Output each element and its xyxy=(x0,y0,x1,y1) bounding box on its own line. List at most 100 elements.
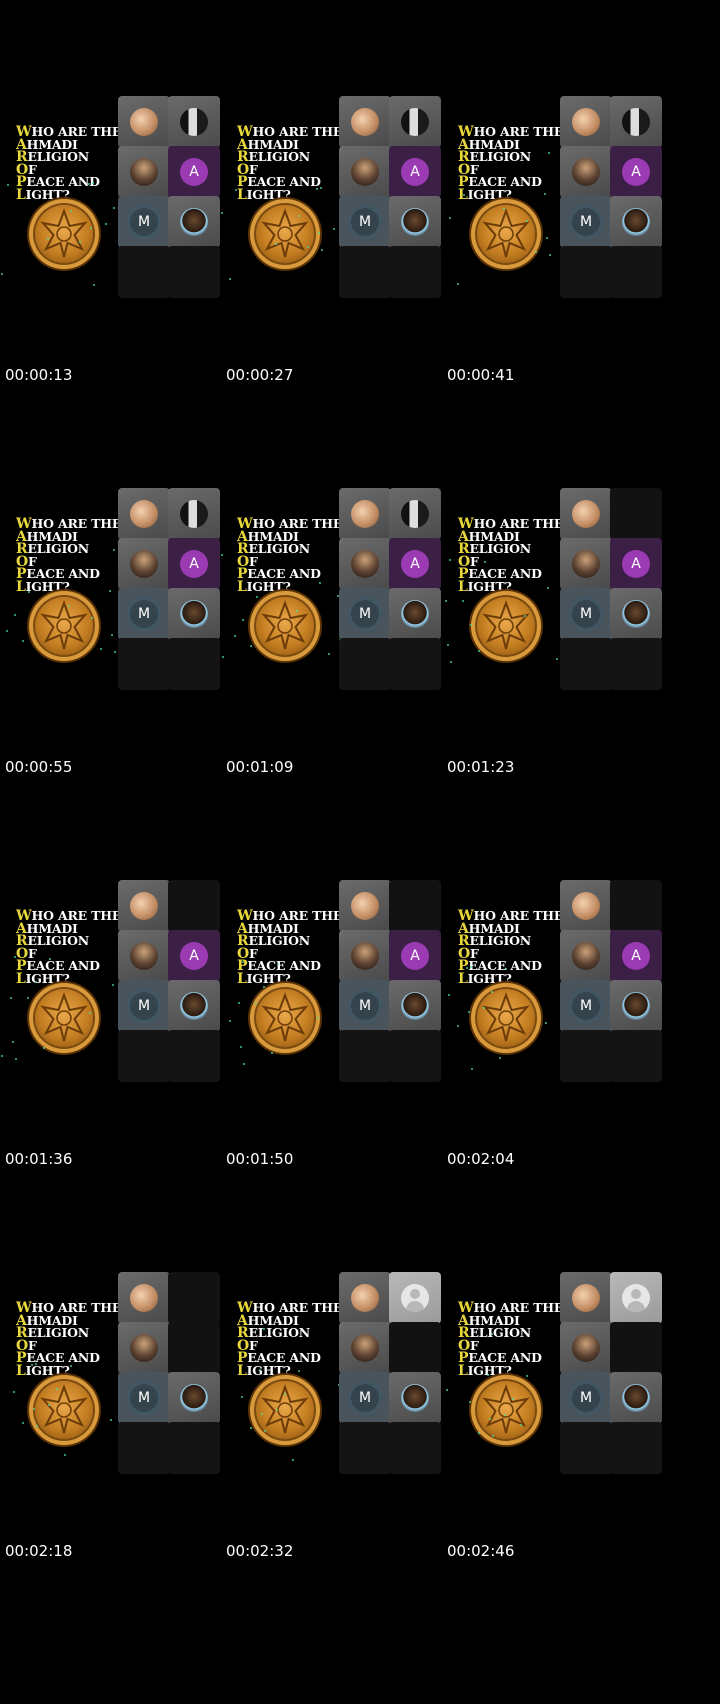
participant-tile[interactable] xyxy=(339,880,391,932)
participant-tile[interactable] xyxy=(560,538,612,590)
participant-tile[interactable]: M xyxy=(339,588,391,640)
participant-tile[interactable]: A xyxy=(168,538,220,590)
participant-tile[interactable] xyxy=(560,1272,612,1324)
participant-tile[interactable] xyxy=(610,1272,662,1324)
video-frame[interactable]: WHO ARE THEAHMADIRELIGIONOFPEACE ANDLIGH… xyxy=(0,0,240,426)
participant-tile[interactable] xyxy=(389,488,441,540)
participant-tile[interactable]: A xyxy=(610,146,662,198)
participant-tile[interactable]: A xyxy=(610,538,662,590)
participant-tile[interactable] xyxy=(389,246,441,298)
participant-tile[interactable] xyxy=(118,246,170,298)
participant-tile[interactable]: M xyxy=(118,196,170,248)
participant-tile[interactable] xyxy=(118,96,170,148)
video-frame[interactable]: WHO ARE THEAHMADIRELIGIONOFPEACE ANDLIGH… xyxy=(0,392,240,818)
participant-tile[interactable] xyxy=(560,146,612,198)
participant-tile[interactable] xyxy=(560,1422,612,1474)
participant-tile[interactable]: A xyxy=(168,930,220,982)
participant-tile[interactable]: M xyxy=(118,980,170,1032)
participant-tile[interactable] xyxy=(560,488,612,540)
participant-tile[interactable] xyxy=(560,96,612,148)
participant-tile[interactable] xyxy=(389,638,441,690)
video-frame[interactable]: WHO ARE THEAHMADIRELIGIONOFPEACE ANDLIGH… xyxy=(221,1176,461,1602)
participant-tile[interactable]: M xyxy=(560,980,612,1032)
participant-tile[interactable] xyxy=(118,538,170,590)
participant-tile[interactable]: A xyxy=(389,146,441,198)
participant-tile[interactable] xyxy=(339,246,391,298)
participant-tile[interactable] xyxy=(118,1322,170,1374)
participant-tile[interactable] xyxy=(389,1030,441,1082)
participant-tile[interactable] xyxy=(168,96,220,148)
participant-tile[interactable] xyxy=(168,488,220,540)
participant-tile[interactable]: M xyxy=(339,980,391,1032)
participant-tile[interactable] xyxy=(118,1030,170,1082)
participant-tile[interactable] xyxy=(560,1030,612,1082)
video-frame[interactable]: WHO ARE THEAHMADIRELIGIONOFPEACE ANDLIGH… xyxy=(221,392,461,818)
participant-tile[interactable] xyxy=(168,880,220,932)
participant-tile[interactable] xyxy=(389,1372,441,1424)
participant-tile[interactable] xyxy=(118,1272,170,1324)
video-frame[interactable]: WHO ARE THEAHMADIRELIGIONOFPEACE ANDLIGH… xyxy=(442,784,682,1210)
participant-tile[interactable] xyxy=(389,880,441,932)
video-frame[interactable]: WHO ARE THEAHMADIRELIGIONOFPEACE ANDLIGH… xyxy=(442,1176,682,1602)
participant-tile[interactable] xyxy=(610,880,662,932)
participant-tile[interactable] xyxy=(168,1422,220,1474)
participant-tile[interactable] xyxy=(339,930,391,982)
participant-tile[interactable] xyxy=(168,588,220,640)
participant-tile[interactable] xyxy=(168,196,220,248)
participant-tile[interactable] xyxy=(168,1272,220,1324)
participant-tile[interactable]: A xyxy=(389,930,441,982)
participant-tile[interactable] xyxy=(560,246,612,298)
participant-tile[interactable] xyxy=(560,930,612,982)
participant-tile[interactable] xyxy=(339,538,391,590)
participant-tile[interactable] xyxy=(118,146,170,198)
participant-tile[interactable] xyxy=(389,1422,441,1474)
video-frame[interactable]: WHO ARE THEAHMADIRELIGIONOFPEACE ANDLIGH… xyxy=(442,392,682,818)
participant-tile[interactable] xyxy=(560,880,612,932)
participant-tile[interactable] xyxy=(610,96,662,148)
participant-tile[interactable] xyxy=(560,1322,612,1374)
participant-tile[interactable] xyxy=(339,1422,391,1474)
participant-tile[interactable] xyxy=(118,930,170,982)
participant-tile[interactable] xyxy=(389,1272,441,1324)
video-frame[interactable]: WHO ARE THEAHMADIRELIGIONOFPEACE ANDLIGH… xyxy=(0,784,240,1210)
participant-tile[interactable]: M xyxy=(560,196,612,248)
participant-tile[interactable] xyxy=(610,1030,662,1082)
participant-tile[interactable] xyxy=(560,638,612,690)
participant-tile[interactable] xyxy=(168,638,220,690)
participant-tile[interactable] xyxy=(610,588,662,640)
participant-tile[interactable] xyxy=(168,1030,220,1082)
participant-tile[interactable]: A xyxy=(389,538,441,590)
participant-tile[interactable]: M xyxy=(118,588,170,640)
participant-tile[interactable] xyxy=(389,1322,441,1374)
participant-tile[interactable] xyxy=(339,638,391,690)
participant-tile[interactable] xyxy=(389,980,441,1032)
participant-tile[interactable]: A xyxy=(168,146,220,198)
video-frame[interactable]: WHO ARE THEAHMADIRELIGIONOFPEACE ANDLIGH… xyxy=(221,784,461,1210)
participant-tile[interactable] xyxy=(610,488,662,540)
participant-tile[interactable] xyxy=(610,1322,662,1374)
participant-tile[interactable] xyxy=(339,488,391,540)
participant-tile[interactable] xyxy=(168,1372,220,1424)
participant-tile[interactable] xyxy=(339,146,391,198)
participant-tile[interactable] xyxy=(610,196,662,248)
video-frame[interactable]: WHO ARE THEAHMADIRELIGIONOFPEACE ANDLIGH… xyxy=(221,0,461,426)
participant-tile[interactable] xyxy=(610,1422,662,1474)
participant-tile[interactable]: M xyxy=(339,1372,391,1424)
participant-tile[interactable] xyxy=(118,880,170,932)
participant-tile[interactable] xyxy=(118,1422,170,1474)
participant-tile[interactable] xyxy=(610,1372,662,1424)
participant-tile[interactable] xyxy=(339,96,391,148)
participant-tile[interactable] xyxy=(610,246,662,298)
participant-tile[interactable] xyxy=(610,980,662,1032)
participant-tile[interactable] xyxy=(168,980,220,1032)
video-frame[interactable]: WHO ARE THEAHMADIRELIGIONOFPEACE ANDLIGH… xyxy=(0,1176,240,1602)
participant-tile[interactable]: M xyxy=(118,1372,170,1424)
participant-tile[interactable] xyxy=(339,1272,391,1324)
participant-tile[interactable] xyxy=(389,588,441,640)
participant-tile[interactable]: A xyxy=(610,930,662,982)
participant-tile[interactable] xyxy=(389,196,441,248)
participant-tile[interactable] xyxy=(168,1322,220,1374)
participant-tile[interactable] xyxy=(610,638,662,690)
participant-tile[interactable] xyxy=(118,638,170,690)
participant-tile[interactable]: M xyxy=(560,588,612,640)
